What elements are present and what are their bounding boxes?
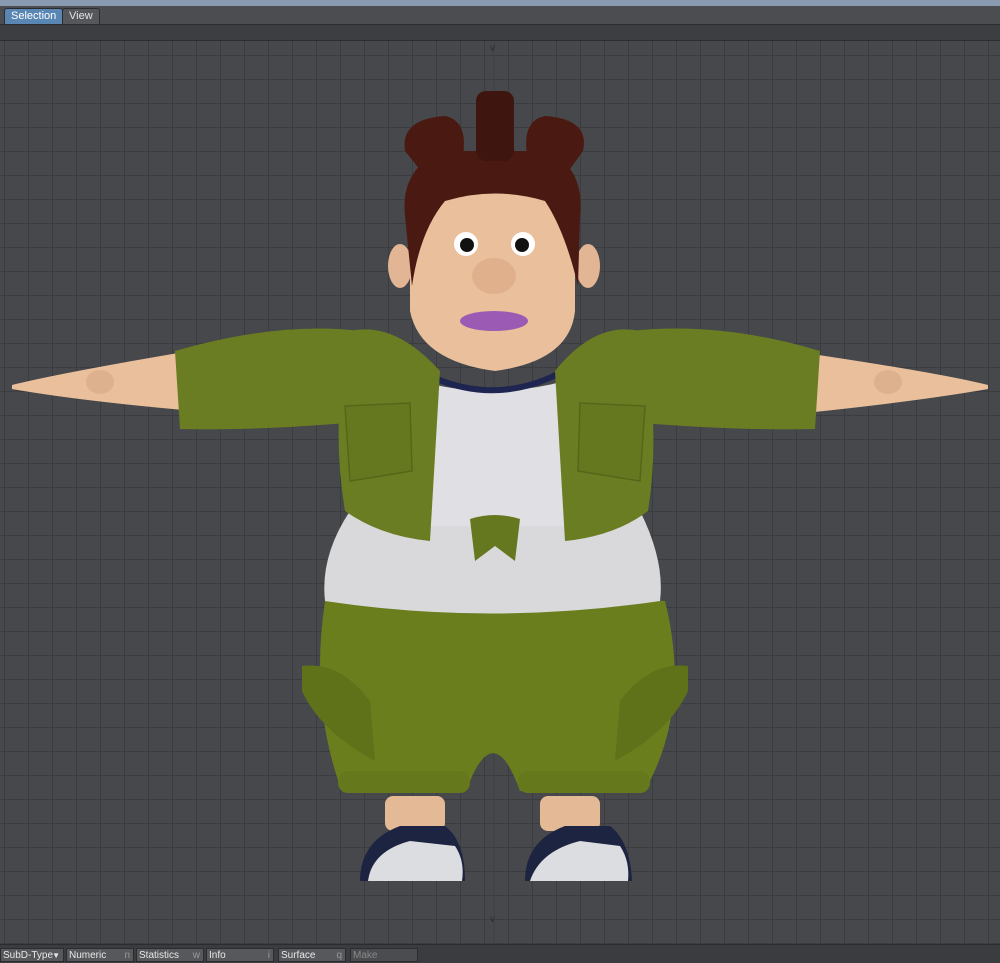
left-ear [388,244,412,288]
info-label: Info [209,950,226,961]
hair-bun-top [476,91,514,161]
tab-selection[interactable]: Selection [4,8,64,24]
subd-type-dropdown[interactable]: SubD-Type ▼ [0,948,64,962]
lips [460,311,528,331]
numeric-label: Numeric [69,950,107,961]
statistics-label: Statistics [139,950,180,961]
statistics-button[interactable]: Statistics w [136,948,204,962]
surface-button[interactable]: Surface q [278,948,346,962]
3d-viewport[interactable]: v v [0,40,1000,944]
nose [472,258,516,294]
right-ear [576,244,600,288]
right-pupil [515,238,529,252]
modeler-window: Selection View v v SubD-Type ▼ Numeric n… [0,0,1000,962]
surface-label: Surface [281,950,316,961]
make-button[interactable]: Make [350,948,418,962]
info-button[interactable]: Info i [206,948,274,962]
bottom-toolbar: SubD-Type ▼ Numeric n Statistics w Info … [0,944,1000,962]
menu-tab-bar: Selection View [0,6,1000,25]
left-ankle [385,796,445,831]
toolbar-spacer [0,25,1000,39]
subd-type-label: SubD-Type [3,950,54,961]
right-pant-cuff [518,771,650,793]
left-hand [86,370,114,394]
tab-view[interactable]: View [62,8,100,24]
shirt-chest [420,381,570,526]
right-hand [874,370,902,394]
right-ankle [540,796,600,831]
pants [320,596,675,791]
jacket-left-pocket [344,402,413,482]
numeric-button[interactable]: Numeric n [66,948,134,962]
axis-marker-bottom-icon: v [490,914,495,925]
left-pupil [460,238,474,252]
jacket-right-pocket [577,402,646,482]
axis-marker-top-icon: v [490,43,495,54]
character-model: v v [12,41,988,944]
left-pant-cuff [338,771,470,793]
make-label: Make [353,950,378,961]
